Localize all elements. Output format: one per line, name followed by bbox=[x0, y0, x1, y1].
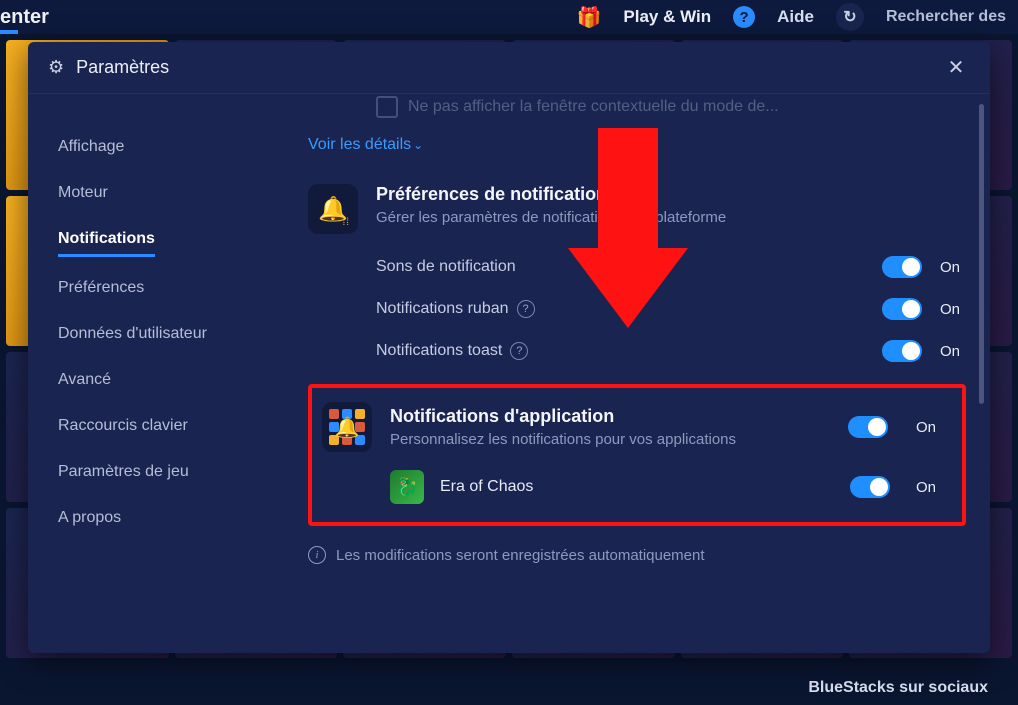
sidebar-item-preferences[interactable]: Préférences bbox=[58, 265, 258, 311]
chevron-down-icon: ⌄ bbox=[413, 138, 423, 152]
close-button[interactable]: ✕ bbox=[942, 54, 970, 82]
search-input[interactable]: Rechercher des bbox=[886, 8, 1006, 26]
sidebar-item-affichage[interactable]: Affichage bbox=[58, 124, 258, 170]
toggle-state: On bbox=[916, 419, 942, 436]
help-icon[interactable]: ? bbox=[517, 300, 535, 318]
scrollbar-thumb[interactable] bbox=[979, 104, 984, 404]
settings-dots-icon: ⁞⁞ bbox=[342, 217, 350, 228]
app-row-era-of-chaos: 🐉 Era of Chaos On bbox=[390, 470, 942, 504]
gear-icon: ⚙ bbox=[48, 57, 64, 78]
popup-checkbox[interactable] bbox=[376, 96, 398, 118]
toggle-state: On bbox=[916, 479, 942, 496]
help-icon[interactable]: ? bbox=[510, 342, 528, 360]
toggle-toast[interactable] bbox=[882, 340, 922, 362]
option-label: Sons de notification bbox=[376, 258, 516, 276]
autosave-text: Les modifications seront enregistrées au… bbox=[336, 547, 705, 564]
bottom-text: BlueStacks sur sociaux bbox=[808, 678, 988, 699]
toggle-app-notifications[interactable] bbox=[848, 416, 888, 438]
bell-icon: 🔔⁞⁞ bbox=[308, 184, 358, 234]
sidebar-item-avance[interactable]: Avancé bbox=[58, 357, 258, 403]
help-icon[interactable]: ? bbox=[733, 6, 755, 28]
settings-modal: ⚙ Paramètres ✕ Affichage Moteur Notifica… bbox=[28, 42, 990, 653]
app-notifications-highlight: 🔔 Notifications d'application Personnali… bbox=[308, 384, 966, 526]
annotation-arrow bbox=[568, 128, 688, 358]
option-label: Notifications toast bbox=[376, 342, 502, 360]
app-grid-icon: 🔔 bbox=[322, 402, 372, 452]
sidebar-item-apropos[interactable]: A propos bbox=[58, 495, 258, 541]
app-name: Era of Chaos bbox=[440, 478, 533, 496]
modal-header: ⚙ Paramètres ✕ bbox=[28, 42, 990, 94]
sidebar-item-raccourcis[interactable]: Raccourcis clavier bbox=[58, 403, 258, 449]
app-section-title: Notifications d'application bbox=[390, 406, 830, 427]
sidebar-item-jeu[interactable]: Paramètres de jeu bbox=[58, 449, 258, 495]
refresh-icon[interactable]: ↻ bbox=[836, 3, 864, 31]
top-bar: enter 🎁 Play & Win ? Aide ↻ Rechercher d… bbox=[0, 0, 1018, 34]
toggle-state: On bbox=[940, 343, 966, 360]
toggle-state: On bbox=[940, 301, 966, 318]
toggle-ribbon[interactable] bbox=[882, 298, 922, 320]
play-and-win-link[interactable]: Play & Win bbox=[623, 7, 711, 27]
info-icon: i bbox=[308, 546, 326, 564]
toggle-state: On bbox=[940, 259, 966, 276]
popup-checkbox-label: Ne pas afficher la fenêtre contextuelle … bbox=[408, 98, 779, 116]
gift-icon[interactable]: 🎁 bbox=[576, 5, 601, 30]
settings-sidebar: Affichage Moteur Notifications Préférenc… bbox=[28, 94, 268, 653]
tab-label[interactable]: enter bbox=[0, 6, 49, 29]
app-icon: 🐉 bbox=[390, 470, 424, 504]
autosave-notice: i Les modifications seront enregistrées … bbox=[308, 546, 966, 564]
modal-title: Paramètres bbox=[76, 57, 169, 78]
toggle-app-era[interactable] bbox=[850, 476, 890, 498]
sidebar-item-notifications[interactable]: Notifications bbox=[58, 216, 155, 257]
toggle-sounds[interactable] bbox=[882, 256, 922, 278]
option-label: Notifications ruban bbox=[376, 300, 509, 318]
bell-overlay-icon: 🔔 bbox=[322, 402, 372, 452]
sidebar-item-moteur[interactable]: Moteur bbox=[58, 170, 258, 216]
sidebar-item-donnees[interactable]: Données d'utilisateur bbox=[58, 311, 258, 357]
app-section-subtitle: Personnalisez les notifications pour vos… bbox=[390, 431, 830, 448]
help-label[interactable]: Aide bbox=[777, 7, 814, 27]
